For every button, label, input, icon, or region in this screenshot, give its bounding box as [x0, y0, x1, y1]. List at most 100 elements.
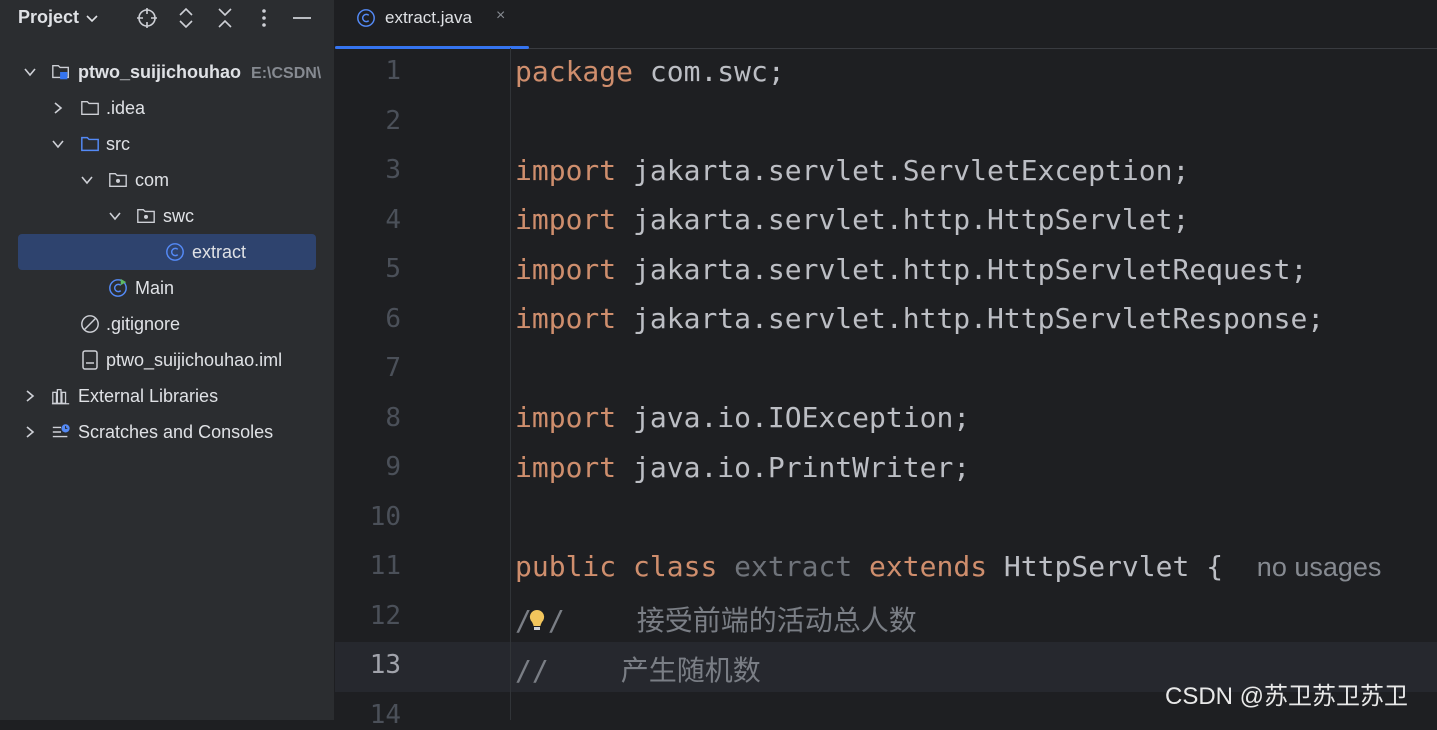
code-line-11[interactable]: public class extract extends HttpServlet… [515, 550, 1381, 583]
usages-inlay-hint[interactable]: no usages [1257, 552, 1382, 582]
tree-item-gitignore[interactable]: .gitignore [0, 306, 334, 342]
tree-item-label: ptwo_suijichouhao E:\CSDN\ [78, 61, 322, 82]
line-number: 2 [385, 106, 401, 136]
line-number: 5 [385, 254, 401, 284]
tree-item-iml[interactable]: ptwo_suijichouhao.iml [0, 342, 334, 378]
code-text: jakarta.servlet.http.HttpServletResponse… [616, 302, 1325, 335]
code-line-3[interactable]: import jakarta.servlet.ServletException; [515, 154, 1189, 187]
project-view-selector[interactable]: Project [18, 7, 99, 28]
code-text: com.swc; [633, 55, 785, 88]
code-line-5[interactable]: import jakarta.servlet.http.HttpServletR… [515, 253, 1307, 286]
code-line-12[interactable]: / / 接受前端的活动总人数 [515, 599, 917, 639]
line-number: 4 [385, 205, 401, 235]
code-line-8[interactable]: import java.io.IOException; [515, 401, 970, 434]
editor-tab-bar: extract.java × [335, 0, 1437, 49]
collapse-all-icon[interactable] [213, 6, 237, 30]
tree-item-label: External Libraries [78, 385, 219, 406]
tree-item-label: .gitignore [106, 313, 181, 334]
line-number: 9 [385, 452, 401, 482]
tree-item-label: swc [163, 205, 194, 226]
code-text: jakarta.servlet.ServletException; [616, 154, 1190, 187]
tree-item-label: extract [192, 241, 247, 262]
comment-slash: // [515, 654, 549, 687]
runnable-class-icon [108, 278, 128, 298]
line-number: 12 [369, 601, 401, 631]
module-folder-icon [51, 62, 71, 82]
keyword: import [515, 154, 617, 187]
package-icon [136, 206, 156, 226]
source-folder-icon [80, 134, 100, 154]
tab-extract-java[interactable]: extract.java × [335, 0, 529, 49]
tree-item-extract[interactable]: extract [0, 234, 334, 270]
code-text: HttpServlet { [1003, 550, 1224, 583]
keyword: extends [869, 550, 988, 583]
chevron-right-icon[interactable] [23, 389, 37, 403]
folder-icon [80, 98, 100, 118]
options-menu-icon[interactable] [252, 6, 276, 30]
line-number: 11 [369, 551, 401, 581]
panel-title: Project [18, 7, 80, 27]
line-number-current: 13 [369, 650, 401, 680]
keyword: import [515, 302, 617, 335]
line-number: 7 [385, 353, 401, 383]
tree-item-idea[interactable]: .idea [0, 90, 334, 126]
panel-header: Project [0, 0, 334, 36]
keyword: import [515, 451, 617, 484]
line-number: 10 [369, 502, 401, 532]
code-line-4[interactable]: import jakarta.servlet.http.HttpServlet; [515, 203, 1189, 236]
project-path-hint: E:\CSDN\ [251, 64, 322, 82]
chevron-right-icon[interactable] [51, 101, 65, 115]
comment-slash: / [547, 604, 565, 637]
class-name: extract [734, 550, 853, 583]
package-icon [108, 170, 128, 190]
keyword: class [633, 550, 718, 583]
code-line-1[interactable]: package com.swc; [515, 55, 785, 88]
line-number: 6 [385, 304, 401, 334]
class-icon [165, 242, 185, 262]
tree-item-swc[interactable]: swc [0, 198, 334, 234]
tree-item-label: src [106, 133, 130, 154]
comment-text: 产生随机数 [620, 654, 761, 687]
gutter-divider [510, 48, 511, 720]
ignored-file-icon [80, 314, 100, 334]
tree-item-com[interactable]: com [0, 162, 334, 198]
code-text: java.io.PrintWriter; [616, 451, 971, 484]
tree-item-label: .idea [106, 97, 146, 118]
keyword: import [515, 253, 617, 286]
tree-item-main[interactable]: Main [0, 270, 334, 306]
locate-target-icon[interactable] [135, 6, 159, 30]
watermark: CSDN @苏卫苏卫苏卫 [1165, 683, 1409, 710]
line-number: 1 [385, 56, 401, 86]
keyword: public [515, 550, 617, 583]
expand-all-icon[interactable] [174, 6, 198, 30]
hide-panel-icon[interactable] [290, 6, 314, 30]
chevron-down-icon[interactable] [51, 137, 65, 151]
tree-item-scratches[interactable]: Scratches and Consoles [0, 414, 334, 450]
tree-item-project-root[interactable]: ptwo_suijichouhao E:\CSDN\ [0, 54, 334, 90]
chevron-down-icon[interactable] [23, 65, 37, 79]
tree-item-label: ptwo_suijichouhao.iml [106, 349, 283, 370]
close-icon[interactable]: × [496, 7, 505, 25]
chevron-right-icon[interactable] [23, 425, 37, 439]
chevron-down-icon [86, 14, 98, 22]
code-line-6[interactable]: import jakarta.servlet.http.HttpServletR… [515, 302, 1324, 335]
tree-item-label: Scratches and Consoles [78, 421, 274, 442]
class-icon [356, 8, 376, 28]
line-number: 8 [385, 403, 401, 433]
line-number: 3 [385, 155, 401, 185]
code-editor[interactable]: extract.java × 1 2 3 4 5 6 7 8 9 10 11 1… [335, 0, 1437, 730]
line-number-gutter[interactable]: 1 2 3 4 5 6 7 8 9 10 11 12 13 14 [335, 48, 510, 730]
keyword: import [515, 401, 617, 434]
tree-item-label: com [135, 169, 170, 190]
module-file-icon [80, 350, 100, 370]
intention-bulb-icon[interactable] [526, 607, 548, 633]
project-panel: Project ptwo_suijichouhao E:\CSDN\ .idea… [0, 0, 334, 720]
chevron-down-icon[interactable] [108, 209, 122, 223]
code-line-13[interactable]: // 产生随机数 [515, 649, 761, 689]
tree-item-src[interactable]: src [0, 126, 334, 162]
tree-item-external-libraries[interactable]: External Libraries [0, 378, 334, 414]
keyword: import [515, 203, 617, 236]
code-text: java.io.IOException; [616, 401, 971, 434]
chevron-down-icon[interactable] [80, 173, 94, 187]
code-line-9[interactable]: import java.io.PrintWriter; [515, 451, 970, 484]
